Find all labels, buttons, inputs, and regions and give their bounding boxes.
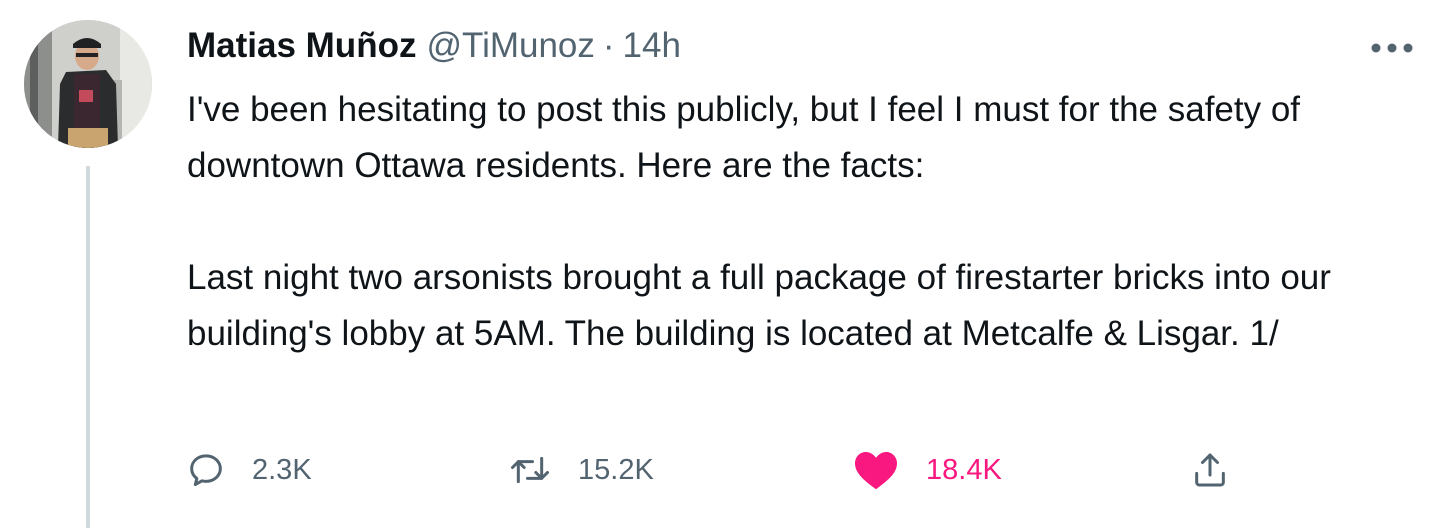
separator-dot: · bbox=[602, 26, 615, 65]
retweet-arrows-icon bbox=[508, 450, 552, 490]
heart-filled-icon bbox=[852, 448, 900, 492]
retweet-count: 15.2K bbox=[578, 453, 654, 486]
thread-connector-line bbox=[86, 166, 90, 528]
like-count: 18.4K bbox=[926, 453, 1002, 486]
author-handle[interactable]: @TiMunoz bbox=[426, 26, 594, 66]
retweet-button[interactable]: 15.2K bbox=[508, 438, 654, 502]
like-button[interactable]: 18.4K bbox=[852, 438, 1002, 502]
tweet-header: Matias Muñoz @TiMunoz · 14h bbox=[187, 22, 681, 70]
reply-count: 2.3K bbox=[252, 453, 312, 486]
reply-button[interactable]: 2.3K bbox=[186, 438, 312, 502]
action-bar: 2.3K 15.2K 18.4K bbox=[184, 438, 1284, 502]
avatar[interactable] bbox=[24, 20, 152, 148]
speech-bubble-icon bbox=[186, 450, 226, 490]
tweet: Matias Muñoz @TiMunoz · 14h I've been he… bbox=[0, 0, 1446, 528]
tweet-text: I've been hesitating to post this public… bbox=[187, 90, 1331, 353]
author-name[interactable]: Matias Muñoz bbox=[187, 26, 416, 66]
share-button[interactable] bbox=[1190, 438, 1230, 502]
more-options-button[interactable] bbox=[1364, 30, 1420, 66]
timestamp[interactable]: 14h bbox=[623, 26, 681, 66]
more-horizontal-icon bbox=[1370, 42, 1414, 54]
avatar-photo bbox=[24, 20, 152, 148]
share-upload-icon bbox=[1190, 450, 1230, 490]
